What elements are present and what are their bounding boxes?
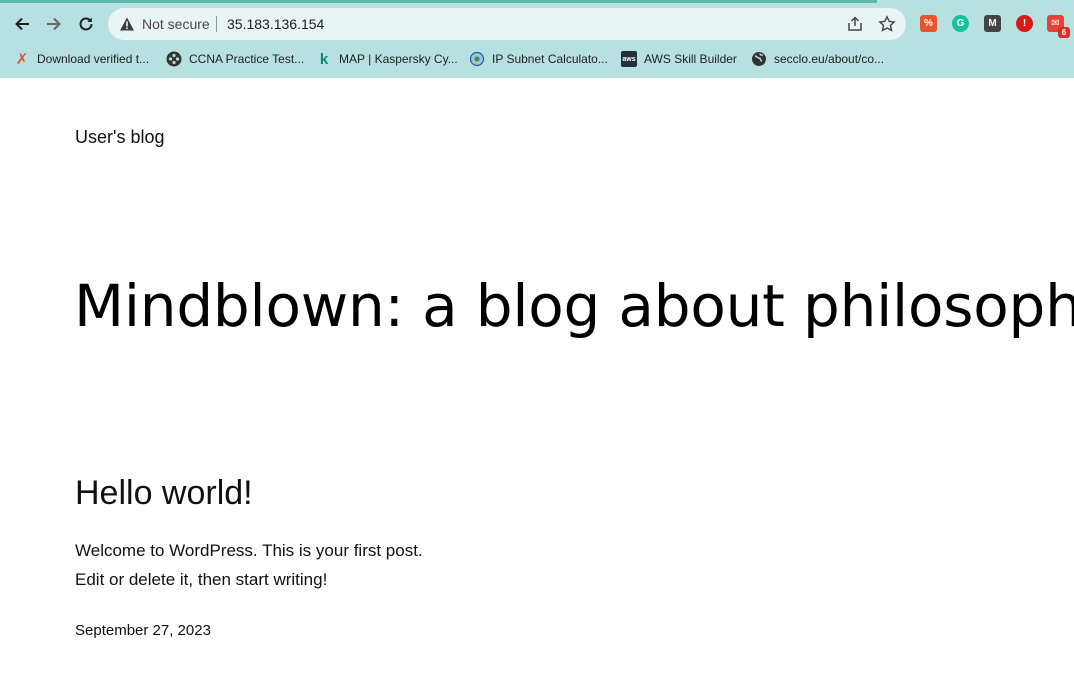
extension-m-icon[interactable]: M — [984, 15, 1001, 32]
post-date: September 27, 2023 — [75, 622, 211, 639]
bookmark-download-verified[interactable]: ✗ Download verified t... — [14, 50, 149, 68]
reload-button[interactable] — [74, 12, 98, 36]
bookmark-label: AWS Skill Builder — [644, 52, 737, 66]
extension-grammarly-icon[interactable]: G — [952, 15, 969, 32]
bookmark-ip-subnet-calculator[interactable]: IP Subnet Calculato... — [469, 50, 608, 68]
warning-icon[interactable] — [119, 16, 135, 32]
aws-icon: aws — [621, 51, 637, 67]
site-title-link[interactable]: User's blog — [75, 125, 164, 149]
reload-icon — [79, 17, 93, 31]
x-icon: ✗ — [15, 51, 29, 68]
globe-disc-icon — [469, 51, 485, 67]
bookmark-label: CCNA Practice Test... — [189, 52, 305, 66]
forward-button[interactable] — [42, 12, 66, 36]
post-title-link[interactable]: Hello world! — [75, 472, 253, 514]
post-excerpt-line-1: Welcome to WordPress. This is your first… — [75, 541, 423, 560]
share-icon[interactable] — [846, 15, 864, 33]
kaspersky-icon: k — [319, 50, 329, 68]
forward-icon — [47, 17, 61, 31]
bookmark-secclo[interactable]: secclo.eu/about/co... — [751, 50, 884, 68]
globe-icon — [751, 51, 767, 67]
page-load-progress — [0, 0, 877, 3]
omnibox-divider — [216, 16, 217, 32]
back-icon — [15, 17, 29, 31]
bookmark-kaspersky-map[interactable]: k MAP | Kaspersky Cy... — [316, 50, 458, 68]
film-icon — [166, 51, 182, 67]
star-icon[interactable] — [878, 15, 896, 33]
bookmark-label: secclo.eu/about/co... — [774, 52, 885, 66]
back-button[interactable] — [10, 12, 34, 36]
mail-badge: 6 — [1058, 27, 1070, 38]
bookmark-ccna-practice[interactable]: CCNA Practice Test... — [166, 50, 304, 68]
url-text[interactable]: 35.183.136.154 — [227, 16, 324, 32]
bookmark-label: IP Subnet Calculato... — [492, 52, 608, 66]
security-status-label[interactable]: Not secure — [142, 16, 210, 32]
bookmark-aws-skill-builder[interactable]: aws AWS Skill Builder — [621, 50, 737, 68]
extension-shield-icon[interactable]: ! — [1016, 15, 1033, 32]
extension-translate-icon[interactable]: % — [920, 15, 937, 32]
bookmark-label: Download verified t... — [37, 52, 150, 66]
post-excerpt-line-2: Edit or delete it, then start writing! — [75, 570, 328, 589]
bookmark-label: MAP | Kaspersky Cy... — [339, 52, 458, 66]
browser-toolbar: Not secure 35.183.136.154 % G M ! ✉ 6 ✗ … — [0, 0, 1074, 78]
site-tagline: Mindblown: a blog about philosophy. — [74, 272, 1074, 340]
address-bar[interactable]: Not secure 35.183.136.154 — [108, 8, 906, 40]
